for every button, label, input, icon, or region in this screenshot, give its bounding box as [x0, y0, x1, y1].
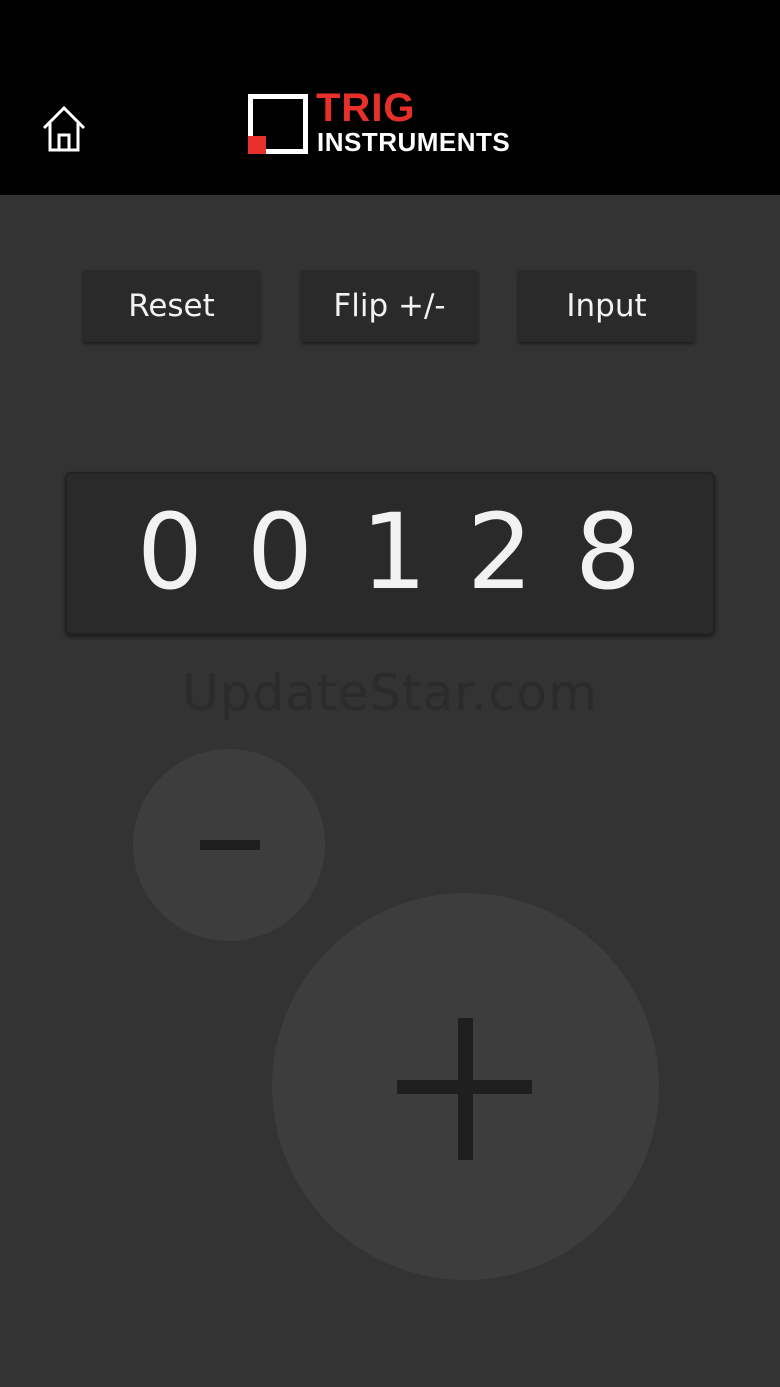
logo-text-instruments: INSTRUMENTS [317, 127, 511, 157]
decrement-button[interactable] [133, 749, 325, 941]
minus-icon [200, 840, 260, 850]
trig-instruments-logo: TRIG INSTRUMENTS [246, 86, 546, 158]
increment-button[interactable] [272, 893, 659, 1280]
logo-red-square [248, 136, 266, 154]
counter-display: 0 0 1 2 8 [65, 472, 715, 635]
reset-button[interactable]: Reset [83, 270, 260, 342]
counter-digit-3: 1 [360, 491, 428, 613]
counter-digit-5: 8 [574, 491, 642, 613]
counter-screen: TRIG INSTRUMENTS Reset Flip +/- Input 0 … [0, 0, 780, 1387]
plus-icon-vertical [458, 1018, 473, 1160]
app-header: TRIG INSTRUMENTS [0, 0, 780, 195]
counter-digit-2: 0 [246, 491, 314, 613]
counter-digit-1: 0 [136, 491, 204, 613]
home-button[interactable] [36, 100, 92, 156]
counter-digit-4: 2 [466, 491, 534, 613]
watermark-text: UpdateStar.com [182, 664, 598, 722]
flip-sign-button[interactable]: Flip +/- [301, 270, 478, 342]
logo-mark [248, 94, 308, 154]
input-button[interactable]: Input [518, 270, 695, 342]
logo-text-trig: TRIG [316, 86, 416, 130]
home-icon [42, 105, 86, 152]
